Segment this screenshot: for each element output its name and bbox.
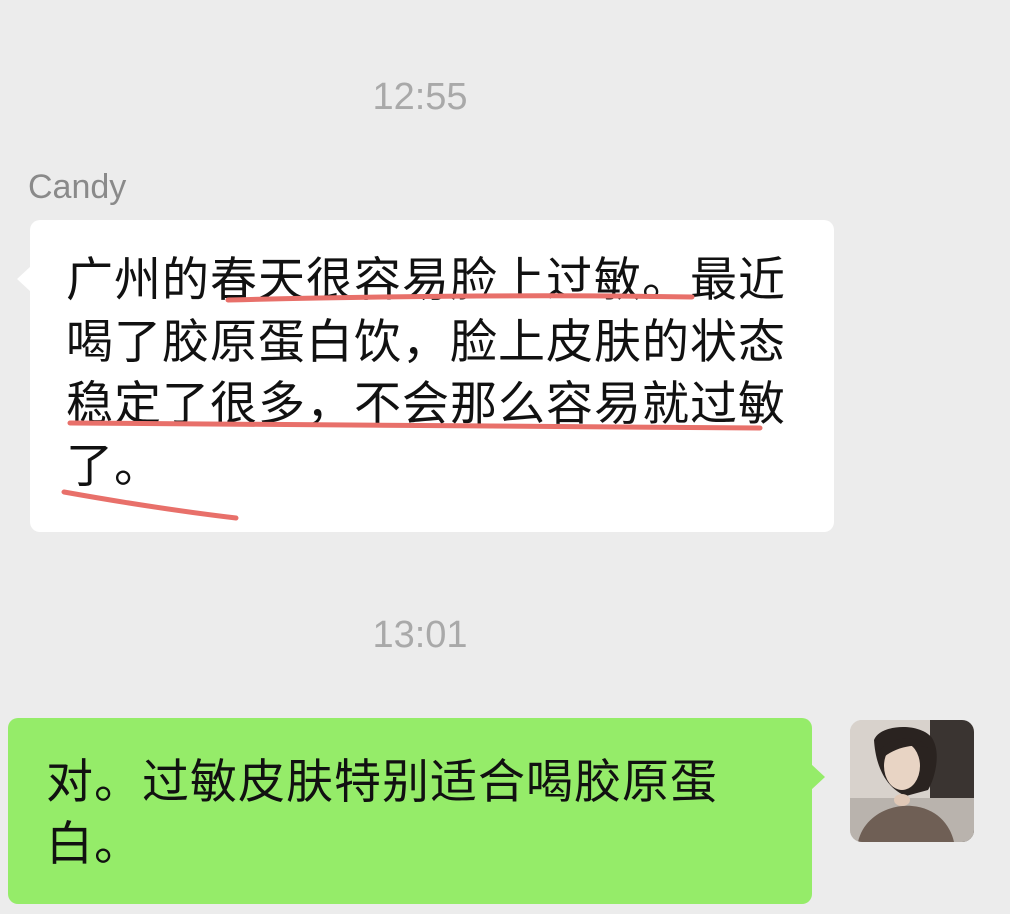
avatar-image [850, 720, 974, 842]
avatar[interactable] [850, 720, 974, 842]
sender-name: Candy [28, 168, 127, 206]
timestamp: 12:55 [372, 76, 468, 118]
timestamp: 13:01 [372, 614, 468, 656]
incoming-message-bubble[interactable]: 广州的春天很容易脸上过敏。最近喝了胶原蛋白饮，脸上皮肤的状态稳定了很多，不会那么… [17, 220, 834, 532]
message-text: 广州的春天很容易脸上过敏。最近喝了胶原蛋白饮，脸上皮肤的状态稳定了很多，不会那么… [66, 253, 786, 494]
outgoing-message-bubble[interactable]: 对。过敏皮肤特别适合喝胶原蛋白。 [8, 718, 825, 904]
message-text: 对。过敏皮肤特别适合喝胶原蛋白。 [46, 755, 718, 872]
